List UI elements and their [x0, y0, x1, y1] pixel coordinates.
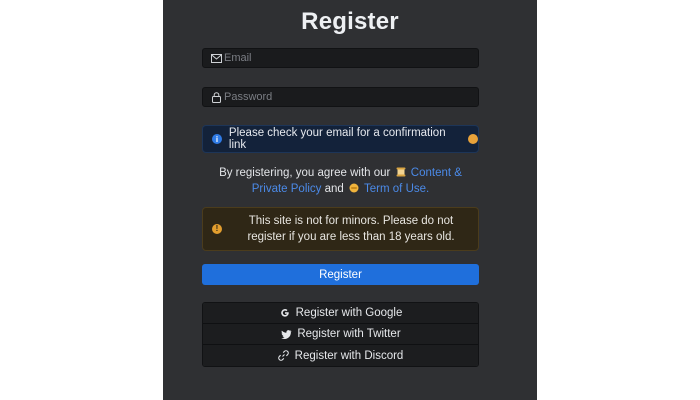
info-icon: i: [212, 134, 222, 144]
age-warning-text: This site is not for minors. Please do n…: [247, 215, 455, 243]
link-icon: [278, 350, 290, 362]
scroll-emoji-icon: [396, 166, 406, 177]
register-twitter-label: Register with Twitter: [297, 328, 401, 340]
agreement-text: By registering, you agree with our Conte…: [202, 165, 479, 197]
warning-icon: !: [212, 224, 222, 234]
register-google-label: Register with Google: [295, 307, 403, 319]
lock-icon: [210, 91, 222, 103]
twitter-icon: [280, 328, 292, 340]
register-discord-label: Register with Discord: [294, 349, 404, 362]
age-warning-alert: ! This site is not for minors. Please do…: [202, 207, 479, 251]
register-google-button[interactable]: Register with Google: [203, 303, 478, 324]
confirmation-alert-text: Please check your email for a confirmati…: [228, 127, 446, 151]
agreement-conjunction: and: [324, 183, 344, 195]
register-button[interactable]: Register: [202, 264, 479, 285]
agreement-prefix: By registering, you agree with our: [219, 167, 391, 179]
page-title: Register: [301, 8, 399, 35]
password-field-wrapper[interactable]: [202, 87, 479, 107]
register-discord-button[interactable]: Register with Discord: [203, 345, 478, 366]
confirmation-alert: i Please check your email for a confirma…: [202, 125, 479, 153]
email-field-wrapper[interactable]: [202, 48, 479, 68]
terms-of-use-link[interactable]: Term of Use.: [364, 183, 429, 195]
sad-face-emoji-icon: [468, 134, 479, 144]
password-input[interactable]: [224, 91, 478, 103]
register-panel: Register i Please check your email for a…: [163, 0, 537, 400]
email-input[interactable]: [224, 52, 478, 64]
handshake-emoji-icon: [349, 182, 359, 193]
mail-icon: [210, 52, 222, 64]
google-icon: [279, 307, 291, 319]
register-twitter-button[interactable]: Register with Twitter: [203, 324, 478, 345]
social-register-group: Register with Google Register with Twitt…: [202, 302, 479, 367]
